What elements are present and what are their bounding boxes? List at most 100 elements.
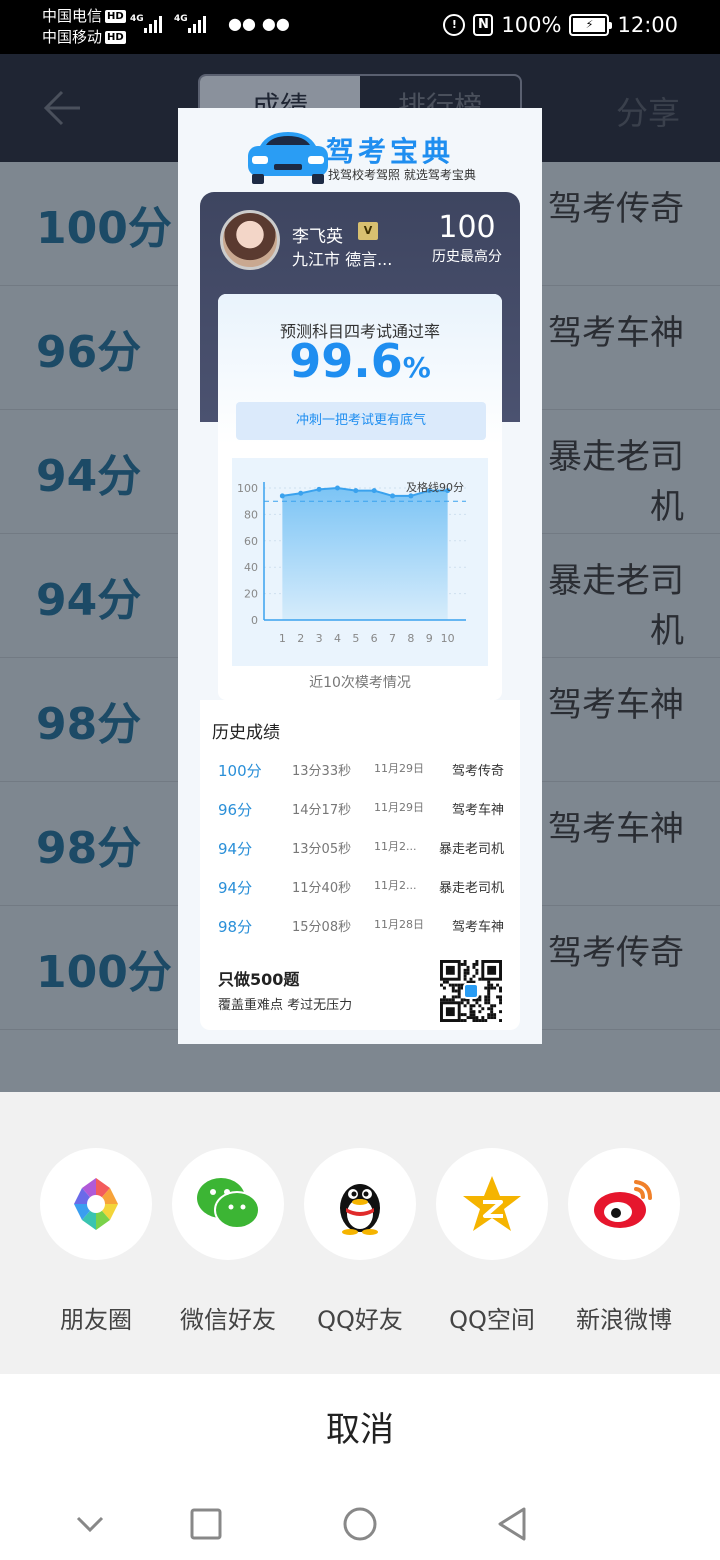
- chart-point: [316, 486, 322, 492]
- wechat-icon: [197, 1178, 260, 1229]
- carrier-mobile: 中国移动: [42, 28, 103, 46]
- history-score: 94分: [218, 879, 253, 897]
- chart-y-tick-label: 100: [237, 482, 258, 495]
- hd-badge: HD: [105, 31, 126, 44]
- chart-x-tick-label: 4: [334, 632, 341, 645]
- history-score: 100分: [218, 762, 262, 780]
- chart-x-tick-label: 9: [426, 632, 433, 645]
- weibo-icon: [594, 1180, 652, 1228]
- qq-icon: [340, 1184, 380, 1235]
- best-score-value: 100: [438, 210, 496, 245]
- history-row: 94分 13分05秒 11月2... 暴走老司机: [200, 838, 520, 877]
- chart-pass-line-label: 及格线90分: [406, 480, 464, 494]
- history-date: 11月29日: [374, 801, 424, 814]
- score-row-score: 98分: [36, 823, 142, 874]
- chart-x-tick-label: 10: [441, 632, 455, 645]
- chart-y-tick-label: 60: [244, 535, 258, 548]
- history-panel: 历史成绩 100分 13分33秒 11月29日 驾考传奇 96分 14分17秒 11月29日…: [200, 700, 520, 1030]
- chart-x-tick-label: 6: [371, 632, 378, 645]
- history-title-badge: 暴走老司机: [438, 881, 504, 896]
- status-bar: 中国电信 HD 中国移动 HD 4G 4G ●● ●● ! N 100% ⚡ 12:…: [0, 0, 720, 54]
- score-row-title: 暴走老司机: [548, 437, 684, 527]
- score-row-score: 98分: [36, 699, 142, 750]
- chart-x-tick-label: 2: [297, 632, 304, 645]
- score-row-title: 驾考车神: [548, 313, 684, 353]
- nfc-icon: N: [473, 14, 494, 36]
- moments-icon: [74, 1178, 118, 1230]
- system-nav-bar: [0, 1486, 720, 1560]
- score-row-score: 96分: [36, 327, 142, 378]
- score-row-title: 暴走老司机: [548, 561, 684, 651]
- data-saver-icon: !: [443, 14, 466, 36]
- wechat-notification-icon: ●●: [228, 14, 256, 33]
- share-target-weibo[interactable]: 新浪微博: [566, 1092, 682, 1335]
- history-title-badge: 驾考车神: [451, 803, 504, 818]
- share-target-wechat[interactable]: 微信好友: [170, 1092, 286, 1335]
- score-row-score: 94分: [36, 451, 142, 502]
- share-target-moments[interactable]: 朋友圈: [38, 1092, 154, 1335]
- share-target-label: 朋友圈: [60, 1306, 132, 1334]
- share-target-label: 新浪微博: [576, 1306, 672, 1334]
- history-row: 100分 13分33秒 11月29日 驾考传奇: [200, 760, 520, 799]
- share-target-qq[interactable]: QQ好友: [302, 1092, 418, 1335]
- history-score: 94分: [218, 840, 253, 858]
- score-row-title: 驾考车神: [548, 809, 684, 849]
- score-row-title: 驾考车神: [548, 685, 684, 725]
- history-time: 11分40秒: [292, 881, 352, 896]
- chart-y-tick-label: 0: [251, 614, 258, 627]
- chart-area: [282, 488, 448, 620]
- share-target-label: 微信好友: [180, 1306, 276, 1334]
- slogan: 冲刺一把考试更有底气: [236, 402, 486, 440]
- chart-point: [353, 488, 359, 494]
- chart-x-tick-label: 3: [316, 632, 323, 645]
- hd-badge: HD: [105, 10, 126, 23]
- pass-rate-value: 99.6%: [289, 334, 431, 388]
- carrier-info: 中国电信 HD 中国移动 HD: [42, 6, 126, 48]
- history-date: 11月28日: [374, 918, 424, 931]
- history-score: 96分: [218, 801, 253, 819]
- score-row-title: 驾考传奇: [548, 189, 684, 229]
- share-sheet: 朋友圈 微信好友 QQ好友 QQ空间 新浪微博: [0, 1092, 720, 1374]
- qzone-icon: [463, 1176, 521, 1231]
- best-score-label: 历史最高分: [432, 249, 502, 265]
- cancel-button[interactable]: 取消: [0, 1374, 720, 1486]
- score-row-score: 94分: [36, 575, 142, 626]
- share-button[interactable]: 分享: [616, 88, 680, 134]
- signal-icon: 4G: [130, 14, 162, 33]
- vip-badge-icon: V: [358, 222, 378, 240]
- chart-point: [390, 493, 396, 499]
- nav-back-icon[interactable]: [492, 1504, 532, 1544]
- battery-percent: 100%: [501, 13, 562, 37]
- history-row: 94分 11分40秒 11月2... 暴走老司机: [200, 877, 520, 916]
- share-target-label: QQ空间: [449, 1306, 535, 1334]
- wechat-notification-icon: ●●: [261, 14, 290, 33]
- share-card: 驾考宝典 找驾校考驾照 就选驾考宝典 李飞英 V 九江市 德言... 100 历…: [178, 108, 542, 1044]
- history-time: 15分08秒: [292, 920, 352, 935]
- chart-x-tick-label: 5: [352, 632, 359, 645]
- history-time: 13分33秒: [292, 764, 352, 779]
- score-row-title: 驾考传奇: [548, 933, 684, 973]
- history-score: 98分: [218, 918, 253, 936]
- chart-point: [279, 493, 285, 499]
- brand-title: 驾考宝典: [326, 135, 455, 168]
- chart-y-tick-label: 40: [244, 561, 258, 574]
- history-title-badge: 驾考传奇: [451, 764, 504, 779]
- history-row: 98分 15分08秒 11月28日 驾考车神: [200, 916, 520, 955]
- nav-collapse-icon[interactable]: [70, 1504, 110, 1544]
- share-target-qzone[interactable]: QQ空间: [434, 1092, 550, 1335]
- history-date: 11月2...: [374, 879, 417, 892]
- back-arrow-icon[interactable]: [40, 88, 84, 128]
- clock: 12:00: [617, 13, 678, 37]
- score-row-score: 100分: [36, 947, 172, 998]
- score-row-score: 100分: [36, 203, 172, 254]
- signal-icon: 4G: [174, 14, 206, 33]
- user-location: 九江市 德言...: [292, 250, 393, 269]
- chart-point: [371, 488, 377, 494]
- user-name: 李飞英: [292, 227, 343, 247]
- best-score: 100 历史最高分: [432, 210, 502, 266]
- nav-recents-icon[interactable]: [186, 1504, 226, 1544]
- nav-home-icon[interactable]: [340, 1504, 380, 1544]
- chart-y-tick-label: 20: [244, 588, 258, 601]
- chart-point: [298, 490, 304, 496]
- chart-x-tick-label: 8: [407, 632, 414, 645]
